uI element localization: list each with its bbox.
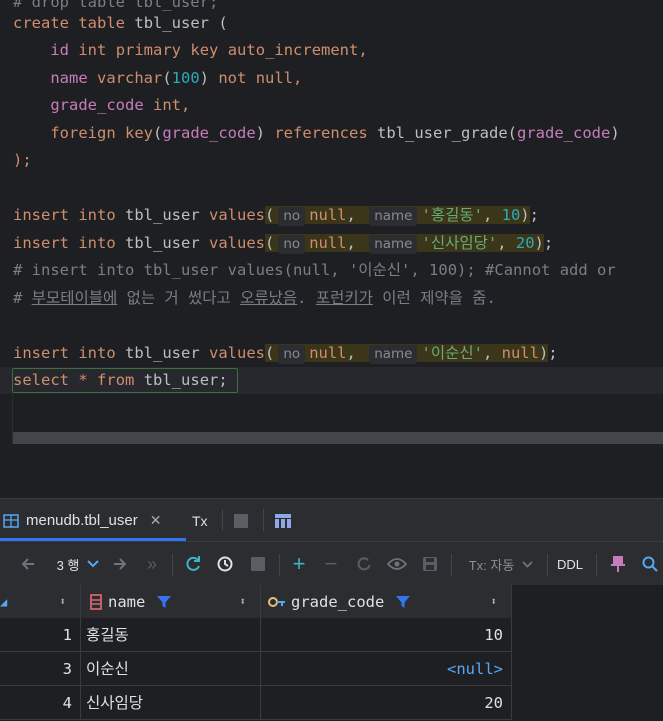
code-line-insert-1: insert into tbl_user values(no null, name… — [13, 206, 539, 226]
column-header-grade-code[interactable]: grade_code ⬍ — [261, 585, 512, 618]
table-cell-grade-code[interactable]: 10 — [261, 618, 512, 652]
code-line-name: name varchar(100) not null, — [50, 69, 303, 87]
save-icon[interactable] — [418, 542, 442, 586]
arrow-left-icon[interactable] — [16, 542, 40, 586]
table-icon — [3, 513, 19, 528]
tab-menudb-tbl-user[interactable]: menudb.tbl_user ✕ — [3, 499, 161, 542]
table-cell-grade-code[interactable]: 20 — [261, 686, 512, 720]
sort-mark-icon: ◢ — [0, 594, 8, 609]
code-line-insert-3: insert into tbl_user values(no null, name… — [13, 344, 558, 364]
refresh-icon[interactable] — [180, 542, 206, 586]
table-cell-name[interactable]: 신사임당 — [81, 686, 261, 720]
code-line-grade-code: grade_code int, — [50, 96, 191, 114]
code-line-comment-2: # 부모테이블에 없는 거 썼다고 오류났음. 포런키가 이런 제약을 줌. — [13, 289, 496, 307]
row-number: 4 — [0, 686, 81, 720]
tab-tx[interactable]: Tx — [192, 499, 208, 542]
param-hint-name: name — [369, 207, 418, 226]
revert-icon[interactable] — [351, 542, 377, 586]
add-row-icon[interactable]: + — [287, 542, 311, 586]
ddl-button[interactable]: DDL — [554, 542, 586, 586]
column-key-icon — [90, 593, 102, 610]
stop-square-icon[interactable] — [234, 499, 248, 542]
code-line-close: ); — [13, 151, 32, 169]
stop-icon[interactable] — [246, 542, 270, 586]
last-page-icon[interactable]: » — [140, 542, 164, 586]
arrow-right-icon[interactable] — [108, 542, 132, 586]
search-icon[interactable] — [638, 542, 662, 586]
pin-icon[interactable] — [606, 542, 630, 586]
sort-arrows-icon[interactable]: ⬍ — [490, 595, 497, 608]
table-cell-name[interactable]: 홍길동 — [81, 618, 261, 652]
eye-icon[interactable] — [384, 542, 410, 586]
results-toolbar: 3 행 » + − Tx: 자동 DDL — [0, 541, 663, 587]
table-cell-name[interactable]: 이순신 — [81, 652, 261, 686]
code-line-create: create table tbl_user ( — [13, 14, 228, 32]
row-count-selector[interactable]: 3 행 — [48, 542, 108, 586]
code-line-foreign-key: foreign key(grade_code) references tbl_u… — [50, 124, 620, 142]
results-grid[interactable]: ◢ ⬍ name ⬍ grade_code ⬍ 1 홍길동 10 3 이순신 <… — [0, 585, 663, 721]
grid-layout-icon[interactable] — [275, 499, 291, 542]
code-line-select: select * from tbl_user; — [13, 371, 228, 389]
panel-gap — [0, 444, 663, 498]
history-icon[interactable] — [212, 542, 238, 586]
tab-label: menudb.tbl_user — [26, 512, 138, 529]
code-line-comment-1: # insert into tbl_user values(null, '이순신… — [13, 261, 616, 279]
code-line-insert-2: insert into tbl_user values(no null, name… — [13, 234, 554, 254]
row-number: 1 — [0, 618, 81, 652]
column-header-rownum[interactable]: ◢ ⬍ — [0, 585, 81, 618]
results-tab-bar: menudb.tbl_user ✕ Tx — [0, 498, 663, 542]
sort-arrows-icon[interactable]: ⬍ — [239, 595, 246, 608]
close-icon[interactable]: ✕ — [150, 512, 162, 529]
param-hint-no: no — [278, 207, 306, 226]
horizontal-scrollbar[interactable] — [13, 432, 663, 444]
foreign-key-icon — [268, 595, 286, 609]
table-cell-grade-code[interactable]: <null> — [261, 652, 512, 686]
filter-icon[interactable] — [157, 595, 172, 609]
tx-mode-selector[interactable]: Tx: 자동 — [462, 542, 540, 586]
sql-editor[interactable]: # drop table tbl_user; create table tbl_… — [0, 0, 663, 444]
chevron-down-icon — [87, 560, 100, 568]
column-header-name[interactable]: name ⬍ — [81, 585, 261, 618]
row-number: 3 — [0, 652, 81, 686]
filter-icon[interactable] — [396, 595, 411, 609]
chevron-down-icon — [522, 560, 533, 568]
sort-arrows-icon: ⬍ — [59, 595, 66, 608]
remove-row-icon[interactable]: − — [319, 542, 343, 586]
code-line-id: id int primary key auto_increment, — [50, 41, 368, 59]
